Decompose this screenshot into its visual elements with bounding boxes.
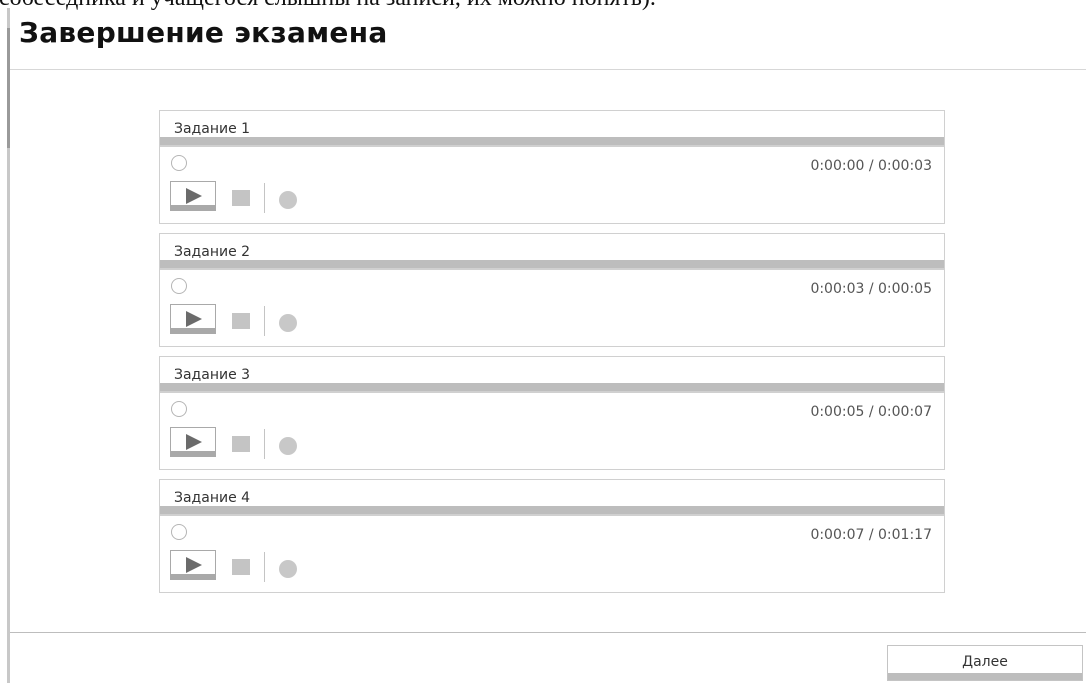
play-button[interactable]: [170, 181, 216, 211]
stop-icon[interactable]: [232, 436, 250, 452]
task-header-bar: [160, 137, 944, 145]
scrollbar-thumb[interactable]: [7, 28, 10, 148]
task-label: Задание 3: [174, 367, 251, 383]
next-button-label: Далее: [962, 654, 1008, 670]
playback-time: 0:00:07 / 0:01:17: [810, 527, 932, 543]
play-button[interactable]: [170, 550, 216, 580]
header-divider: [10, 69, 1086, 70]
audio-player: 0:00:05 / 0:00:07: [159, 392, 945, 470]
task-header: Задание 1: [159, 110, 945, 146]
play-button[interactable]: [170, 427, 216, 457]
loading-icon: [171, 155, 187, 171]
task-header-bar: [160, 506, 944, 514]
next-button[interactable]: Далее: [887, 645, 1083, 681]
audio-player: 0:00:00 / 0:00:03: [159, 146, 945, 224]
record-icon[interactable]: [279, 560, 297, 578]
clipped-document-text: собеседника и учащегося слышны на записи…: [0, 0, 656, 10]
task-header-bar: [160, 260, 944, 268]
play-icon: [186, 434, 202, 450]
task-header: Задание 2: [159, 233, 945, 269]
task-4: Задание 4 0:00:07 / 0:01:17: [159, 479, 945, 593]
record-icon[interactable]: [279, 437, 297, 455]
task-header: Задание 3: [159, 356, 945, 392]
left-scrollbar[interactable]: [7, 8, 10, 683]
audio-player: 0:00:07 / 0:01:17: [159, 515, 945, 593]
control-separator: [264, 306, 265, 336]
task-list: Задание 1 0:00:00 / 0:00:03 Задание 2 0:…: [159, 110, 945, 602]
play-icon: [186, 188, 202, 204]
loading-icon: [171, 524, 187, 540]
task-label: Задание 1: [174, 121, 251, 137]
page-title: Завершение экзамена: [19, 16, 388, 49]
control-separator: [264, 552, 265, 582]
control-separator: [264, 429, 265, 459]
play-icon: [186, 557, 202, 573]
task-header: Задание 4: [159, 479, 945, 515]
task-1: Задание 1 0:00:00 / 0:00:03: [159, 110, 945, 224]
playback-time: 0:00:00 / 0:00:03: [810, 158, 932, 174]
loading-icon: [171, 401, 187, 417]
play-button[interactable]: [170, 304, 216, 334]
playback-time: 0:00:05 / 0:00:07: [810, 404, 932, 420]
exam-finish-page: собеседника и учащегося слышны на записи…: [0, 0, 1086, 683]
stop-icon[interactable]: [232, 313, 250, 329]
record-icon[interactable]: [279, 191, 297, 209]
control-separator: [264, 183, 265, 213]
task-2: Задание 2 0:00:03 / 0:00:05: [159, 233, 945, 347]
task-label: Задание 4: [174, 490, 251, 506]
playback-time: 0:00:03 / 0:00:05: [810, 281, 932, 297]
task-header-bar: [160, 383, 944, 391]
stop-icon[interactable]: [232, 559, 250, 575]
record-icon[interactable]: [279, 314, 297, 332]
task-label: Задание 2: [174, 244, 251, 260]
stop-icon[interactable]: [232, 190, 250, 206]
play-icon: [186, 311, 202, 327]
loading-icon: [171, 278, 187, 294]
audio-player: 0:00:03 / 0:00:05: [159, 269, 945, 347]
task-3: Задание 3 0:00:05 / 0:00:07: [159, 356, 945, 470]
footer-divider: [10, 632, 1086, 633]
